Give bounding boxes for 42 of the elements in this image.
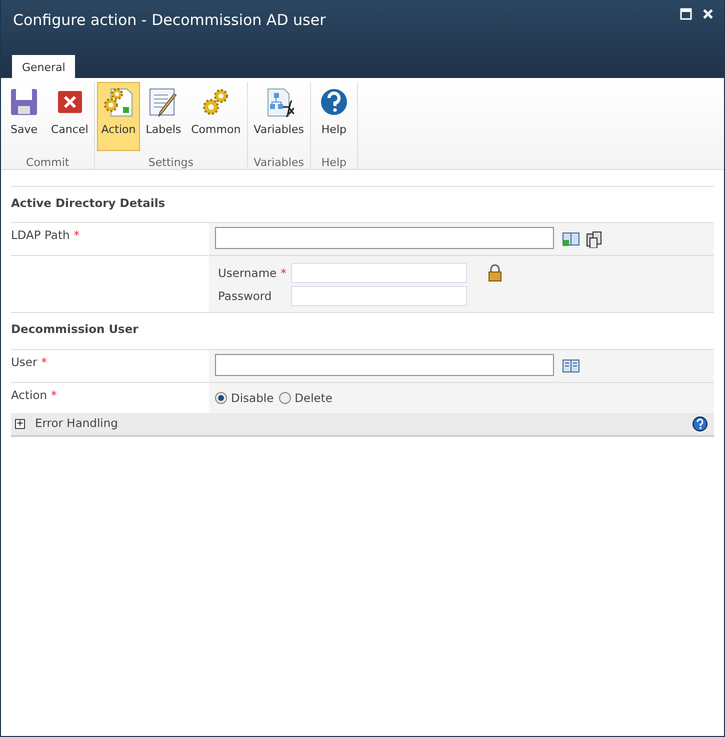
- servers-icon: [586, 230, 604, 248]
- section-title[interactable]: Error Handling: [35, 415, 692, 432]
- required-mark: *: [41, 354, 47, 368]
- ribbon-tab[interactable]: General: [12, 55, 76, 78]
- maximize-icon[interactable]: [680, 8, 692, 20]
- gears-icon: [200, 87, 231, 117]
- field-label: User: [11, 354, 38, 368]
- save-icon: [9, 87, 39, 117]
- field-label: LDAP Path: [11, 228, 70, 242]
- address-book-icon: [562, 230, 580, 248]
- required-mark: *: [280, 266, 286, 280]
- section-heading: Active Directory Details: [11, 186, 714, 222]
- radio-option[interactable]: Disable: [215, 390, 274, 407]
- group-label: Variables: [254, 155, 304, 171]
- ribbon-button[interactable]: Save: [3, 82, 45, 151]
- group-label: Help: [321, 155, 346, 171]
- text-field[interactable]: [215, 354, 554, 376]
- text-field[interactable]: [215, 227, 554, 250]
- document-pencil-icon: [148, 87, 178, 117]
- required-mark: *: [74, 228, 80, 242]
- required-mark: *: [51, 388, 57, 402]
- ribbon-button[interactable]: Action: [97, 82, 140, 151]
- field-label: Password: [218, 288, 272, 303]
- group-label: Settings: [148, 155, 194, 171]
- close-icon[interactable]: [702, 8, 714, 20]
- gears-document-icon: [103, 87, 134, 117]
- group-label: Commit: [26, 155, 70, 171]
- field-label: Action: [11, 388, 48, 402]
- window-title: Configure action - Decommission AD user: [12, 10, 326, 31]
- ribbon-button[interactable]: Variables: [250, 82, 308, 151]
- ribbon-button[interactable]: Cancel: [47, 82, 92, 151]
- address-book-icon: [562, 356, 580, 374]
- radio-option[interactable]: Delete: [278, 390, 332, 407]
- ribbon-button[interactable]: Common: [187, 82, 245, 151]
- ribbon-button[interactable]: Help: [312, 82, 355, 151]
- field-label: Username: [218, 266, 277, 280]
- section-heading: Decommission User: [11, 312, 714, 348]
- ribbon-button[interactable]: Labels: [142, 82, 186, 151]
- help-icon[interactable]: [692, 416, 708, 432]
- lock-icon: [487, 264, 503, 282]
- expand-toggle[interactable]: +: [15, 418, 25, 429]
- help-icon: [318, 87, 349, 117]
